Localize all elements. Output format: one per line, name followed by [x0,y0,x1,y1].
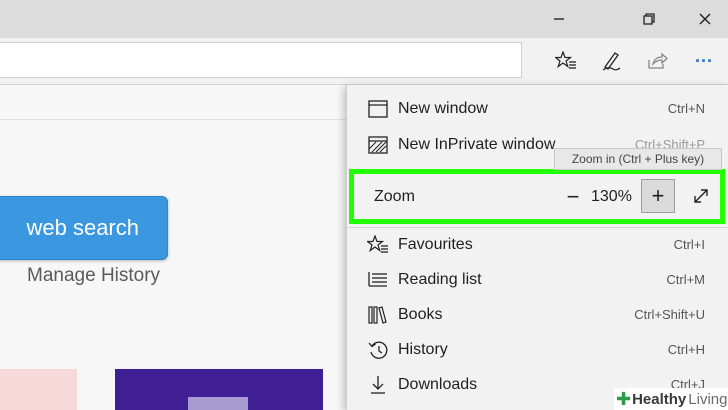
fullscreen-icon [694,189,708,203]
zoom-in-tooltip: Zoom in (Ctrl + Plus key) [554,148,722,170]
zoom-label: Zoom [374,188,415,205]
share-button[interactable] [637,42,677,80]
web-search-button[interactable]: web search [0,196,168,260]
favorites-button[interactable] [546,42,586,80]
title-bar [0,0,728,38]
menu-item-shortcut: Ctrl+M [666,272,705,287]
zoom-in-button[interactable]: + [641,179,675,213]
menu-item-shortcut: Ctrl+H [667,342,705,357]
menu-item-history[interactable]: History Ctrl+H [347,332,728,367]
menu-item-new-window[interactable]: New window Ctrl+N [347,91,728,126]
menu-item-shortcut: Ctrl+Shift+U [634,307,705,322]
manage-history-link[interactable]: Manage History [27,265,160,287]
close-button[interactable] [682,0,728,38]
menu-item-favourites[interactable]: Favourites Ctrl+I [347,227,728,262]
more-label: ··· [695,50,713,71]
close-icon [699,13,711,25]
menu-item-label: Books [398,305,443,323]
books-icon [367,304,389,326]
zoom-row: Zoom − 130% + [349,169,725,224]
fullscreen-button[interactable] [684,179,718,213]
zoom-out-button[interactable]: − [558,181,588,213]
site-tile[interactable] [0,369,77,410]
watermark-brand: Healthy [632,390,687,408]
history-icon [367,339,389,361]
menu-item-books[interactable]: Books Ctrl+Shift+U [347,297,728,332]
menu-item-label: New window [398,99,488,117]
plus-icon: ✚ [616,388,632,409]
navigation-bar: ··· [0,38,728,85]
page-divider [0,119,350,120]
download-icon [367,374,389,396]
restore-icon [643,13,655,25]
favourites-icon [367,234,389,256]
watermark-logo: ✚ Healthy Living [614,388,728,410]
inprivate-icon [367,134,389,156]
menu-item-shortcut: Ctrl+N [667,101,705,116]
menu-item-label: Favourites [398,235,473,253]
web-notes-button[interactable] [591,42,631,80]
watermark-suffix: Living [688,390,728,408]
menu-item-shortcut: Ctrl+I [673,237,705,252]
share-icon [648,52,668,69]
favorites-star-icon [555,51,576,69]
minimize-icon [554,18,564,20]
menu-item-label: Downloads [398,375,478,393]
menu-item-label: Reading list [398,270,482,288]
settings-menu: New window Ctrl+N New InPrivate window C… [346,85,728,410]
menu-item-reading-list[interactable]: Reading list Ctrl+M [347,262,728,297]
minimize-button[interactable] [536,0,582,38]
tile-logo [188,397,248,410]
window-icon [367,98,389,120]
zoom-level: 130% [591,188,632,205]
pen-icon [602,52,621,71]
site-tile[interactable] [115,369,323,410]
menu-item-label: New InPrivate window [398,135,556,153]
address-bar[interactable] [0,42,522,78]
reading-list-icon [367,269,389,291]
restore-button[interactable] [626,0,672,38]
menu-item-label: History [398,340,448,358]
more-button[interactable]: ··· [684,42,724,80]
